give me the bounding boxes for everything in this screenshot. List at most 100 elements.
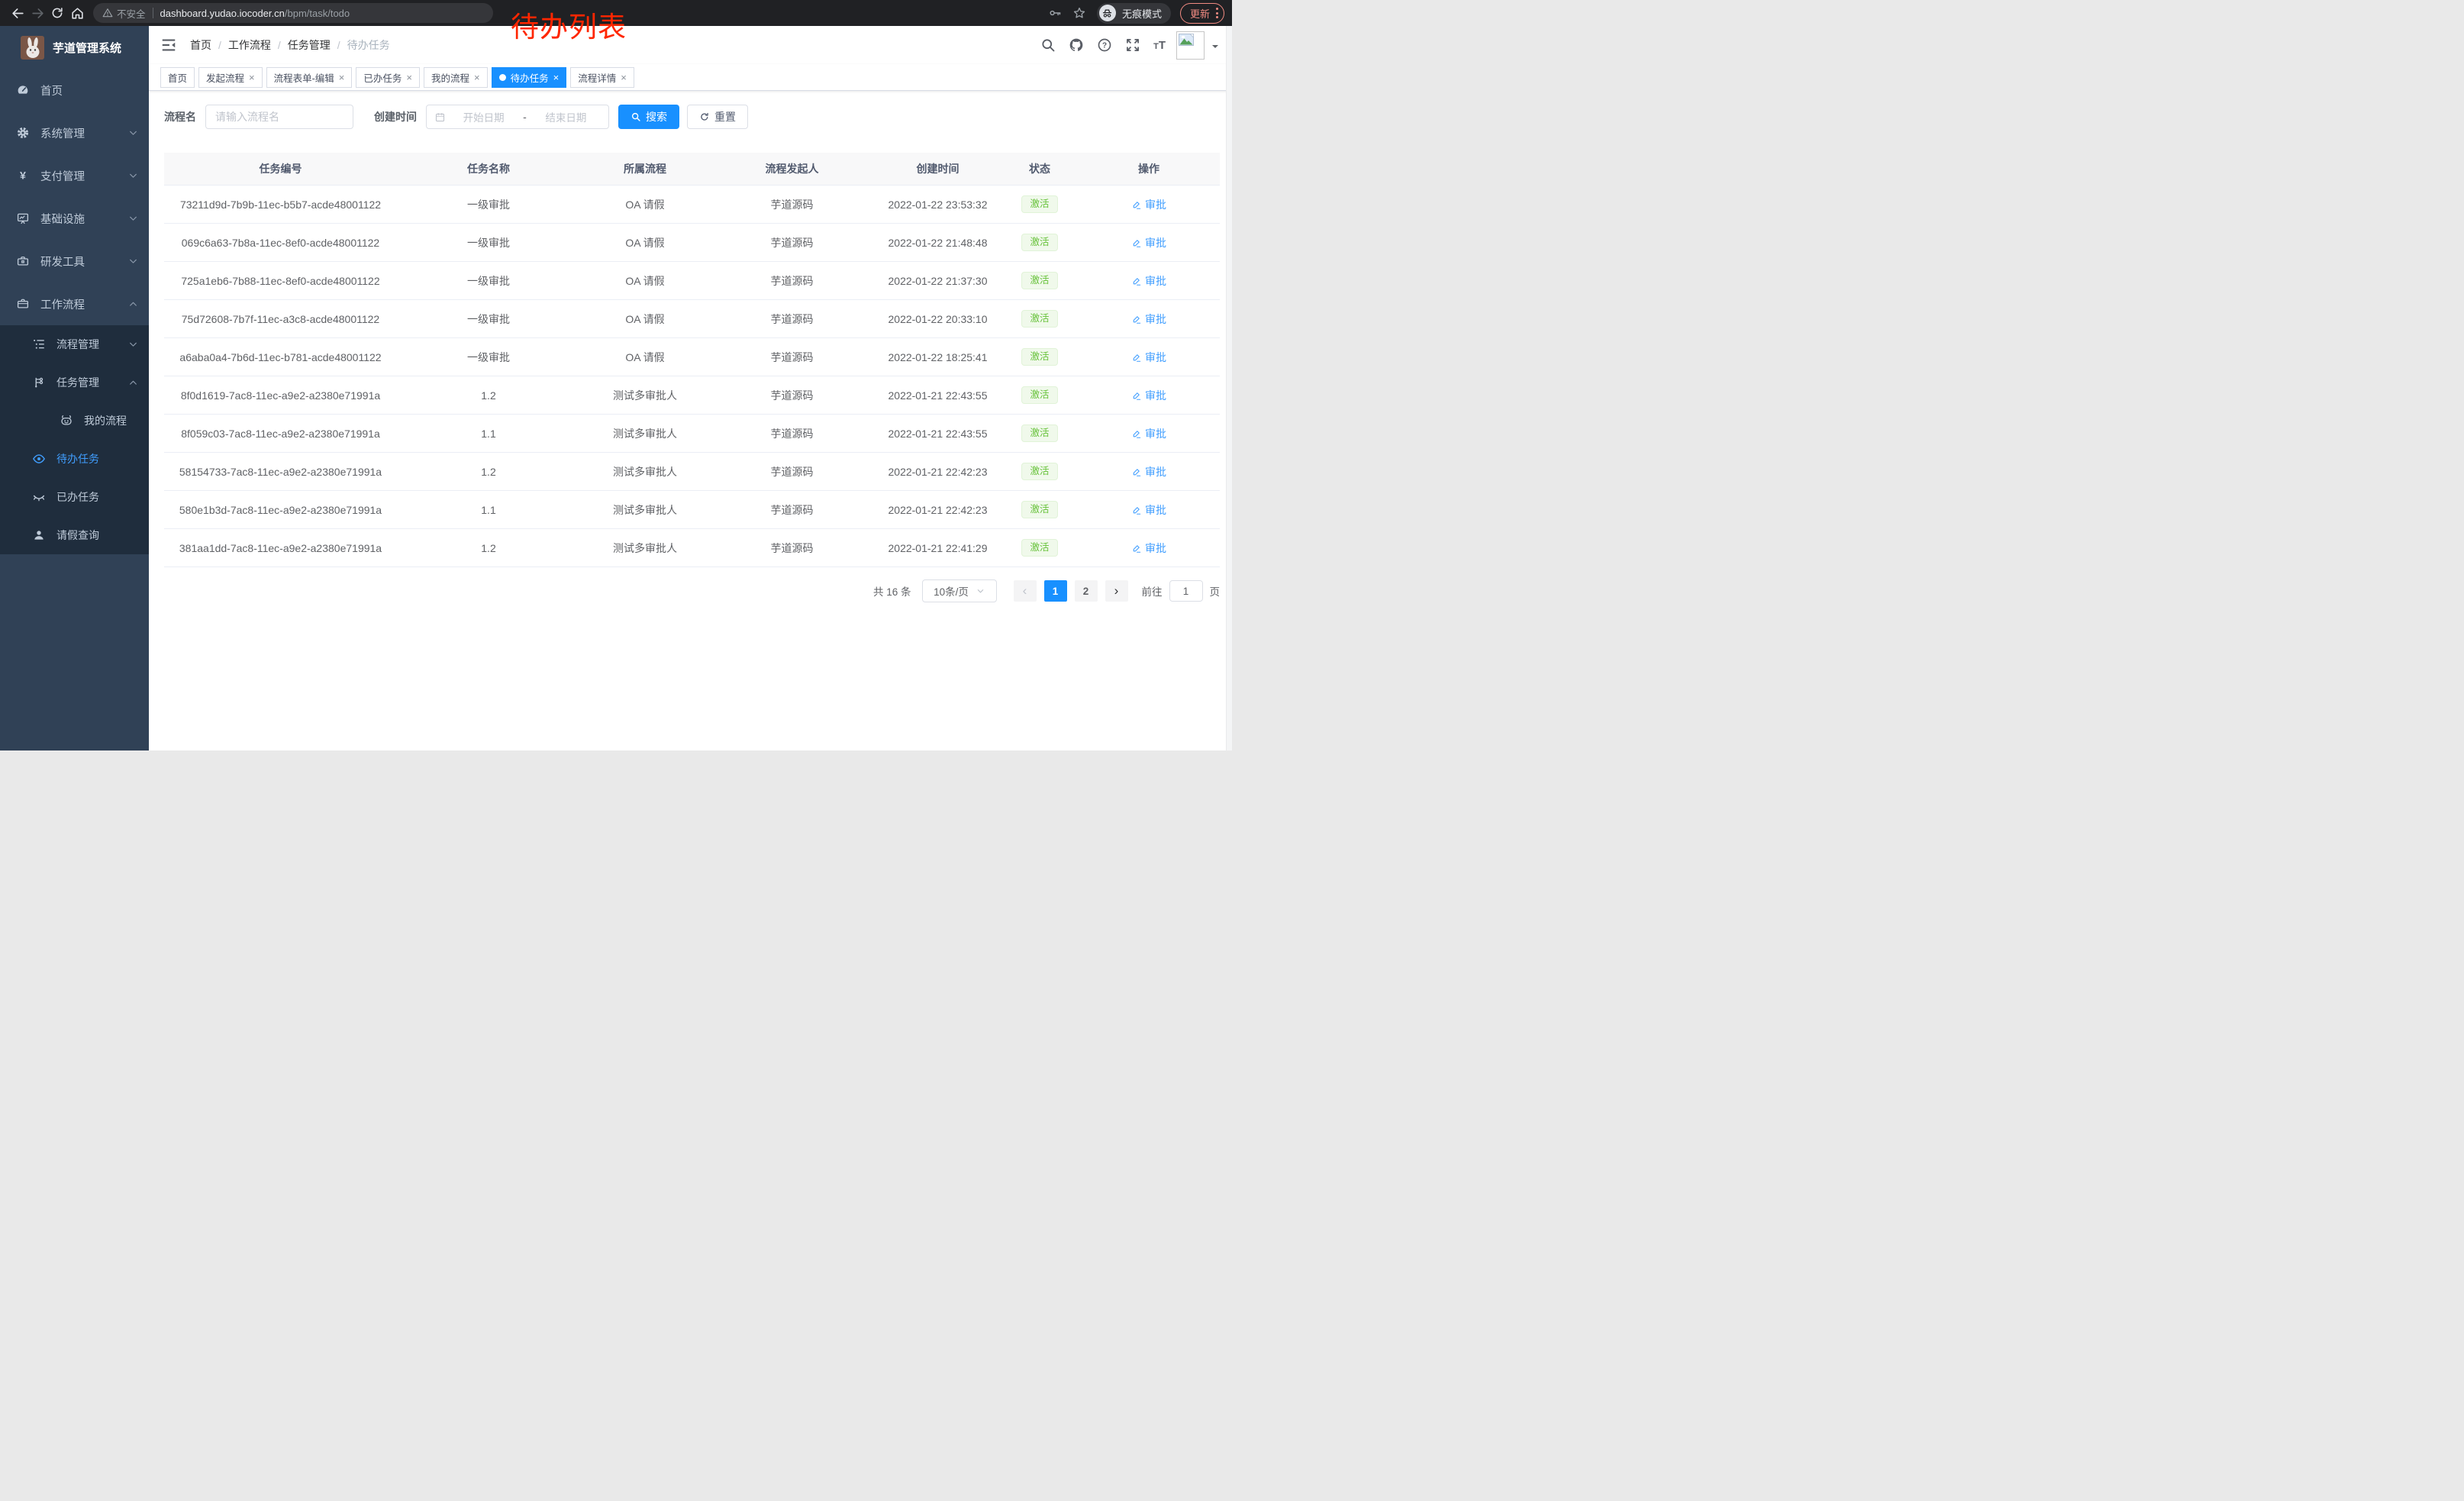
search-icon[interactable] bbox=[1040, 37, 1056, 53]
sidebar-item-home[interactable]: 首页 bbox=[0, 69, 149, 111]
approve-link[interactable]: 审批 bbox=[1131, 464, 1166, 479]
table-row: 069c6a63-7b8a-11ec-8ef0-acde48001122 一级审… bbox=[164, 224, 1220, 262]
fullscreen-icon[interactable] bbox=[1125, 37, 1140, 53]
page-url: dashboard.yudao.iocoder.cn/bpm/task/todo bbox=[160, 8, 350, 19]
task-starter: 芋道源码 bbox=[710, 197, 874, 212]
close-icon[interactable] bbox=[553, 73, 560, 82]
table-row: 8f059c03-7ac8-11ec-a9e2-a2380e71991a 1.1… bbox=[164, 415, 1220, 453]
tab-form-edit[interactable]: 流程表单-编辑 bbox=[266, 67, 353, 88]
approve-link[interactable]: 审批 bbox=[1131, 235, 1166, 250]
breadcrumb-task-mgmt[interactable]: 任务管理 bbox=[288, 37, 331, 53]
browser-menu-icon[interactable] bbox=[1216, 8, 1218, 18]
task-starter: 芋道源码 bbox=[710, 350, 874, 365]
sidebar-item-todo-tasks[interactable]: 待办任务 bbox=[0, 440, 149, 478]
sidebar-item-label: 待办任务 bbox=[56, 451, 138, 466]
address-bar[interactable]: 不安全 dashboard.yudao.iocoder.cn/bpm/task/… bbox=[93, 3, 493, 23]
browser-back-icon[interactable] bbox=[8, 3, 27, 23]
sidebar-item-label: 已办任务 bbox=[56, 489, 138, 505]
browser-home-icon[interactable] bbox=[67, 3, 87, 23]
briefcase-icon bbox=[16, 297, 30, 311]
status-badge: 激活 bbox=[1021, 463, 1057, 480]
col-task-id: 任务编号 bbox=[164, 161, 397, 176]
goto-label: 前往 bbox=[1142, 583, 1163, 599]
close-icon[interactable] bbox=[621, 73, 627, 82]
logo-image bbox=[21, 36, 44, 60]
sidebar-item-label: 流程管理 bbox=[56, 337, 118, 352]
tab-my-process[interactable]: 我的流程 bbox=[424, 67, 488, 88]
task-name: 一级审批 bbox=[397, 350, 580, 365]
help-icon[interactable]: ? bbox=[1097, 37, 1112, 53]
close-icon[interactable] bbox=[339, 73, 345, 82]
status-badge: 激活 bbox=[1021, 348, 1057, 366]
browser-forward-icon[interactable] bbox=[27, 3, 47, 23]
end-date-placeholder: 结束日期 bbox=[531, 109, 601, 124]
approve-link[interactable]: 审批 bbox=[1131, 197, 1166, 212]
task-id: 381aa1dd-7ac8-11ec-a9e2-a2380e71991a bbox=[164, 542, 397, 554]
task-starter: 芋道源码 bbox=[710, 388, 874, 403]
next-page-button[interactable]: › bbox=[1105, 580, 1128, 602]
page-scrollbar[interactable] bbox=[1226, 26, 1232, 750]
approve-link[interactable]: 审批 bbox=[1131, 502, 1166, 518]
github-icon[interactable] bbox=[1069, 37, 1084, 53]
gear-icon bbox=[16, 126, 30, 140]
font-size-icon[interactable]: TT bbox=[1153, 39, 1166, 52]
page-button-2[interactable]: 2 bbox=[1075, 580, 1098, 602]
close-icon[interactable] bbox=[406, 73, 412, 82]
date-range-picker[interactable]: 开始日期 - 结束日期 bbox=[426, 105, 609, 129]
task-process: 测试多审批人 bbox=[580, 426, 710, 441]
sidebar-item-leave-query[interactable]: 请假查询 bbox=[0, 516, 149, 554]
status-badge: 激活 bbox=[1021, 386, 1057, 404]
sidebar-collapse-icon[interactable] bbox=[160, 37, 177, 53]
sidebar-item-done-tasks[interactable]: 已办任务 bbox=[0, 478, 149, 516]
task-starter: 芋道源码 bbox=[710, 464, 874, 479]
password-key-icon[interactable] bbox=[1047, 5, 1063, 21]
prev-page-button[interactable]: ‹ bbox=[1014, 580, 1037, 602]
insecure-label: 不安全 bbox=[117, 6, 146, 21]
browser-reload-icon[interactable] bbox=[47, 3, 67, 23]
tab-home[interactable]: 首页 bbox=[160, 67, 195, 88]
sidebar-item-label: 基础设施 bbox=[40, 211, 118, 227]
task-process: OA 请假 bbox=[580, 350, 710, 365]
sidebar-item-infra[interactable]: 基础设施 bbox=[0, 197, 149, 240]
approve-link[interactable]: 审批 bbox=[1131, 350, 1166, 365]
tab-done-tasks[interactable]: 已办任务 bbox=[356, 67, 420, 88]
sidebar-item-my-process[interactable]: 我的流程 bbox=[0, 402, 149, 440]
table-header: 任务编号 任务名称 所属流程 流程发起人 创建时间 状态 操作 bbox=[164, 153, 1220, 186]
approve-link[interactable]: 审批 bbox=[1131, 541, 1166, 556]
page-size-select[interactable]: 10条/页 bbox=[922, 579, 997, 602]
search-button[interactable]: 搜索 bbox=[618, 105, 679, 129]
task-starter: 芋道源码 bbox=[710, 235, 874, 250]
sidebar-item-process-mgmt[interactable]: 流程管理 bbox=[0, 325, 149, 363]
approve-link[interactable]: 审批 bbox=[1131, 273, 1166, 289]
table-row: 8f0d1619-7ac8-11ec-a9e2-a2380e71991a 1.2… bbox=[164, 376, 1220, 415]
app-logo[interactable]: 芋道管理系统 bbox=[0, 26, 149, 69]
breadcrumb-home[interactable]: 首页 bbox=[190, 37, 211, 53]
sidebar-item-task-mgmt[interactable]: 任务管理 bbox=[0, 363, 149, 402]
task-process: OA 请假 bbox=[580, 197, 710, 212]
tab-todo-tasks[interactable]: 待办任务 bbox=[492, 67, 567, 88]
avatar-dropdown-caret[interactable] bbox=[1212, 45, 1218, 51]
breadcrumb-workflow[interactable]: 工作流程 bbox=[228, 37, 271, 53]
reset-button[interactable]: 重置 bbox=[687, 105, 748, 129]
task-name: 一级审批 bbox=[397, 311, 580, 327]
approve-link[interactable]: 审批 bbox=[1131, 388, 1166, 403]
sidebar-item-devtools[interactable]: 研发工具 bbox=[0, 240, 149, 282]
bookmark-star-icon[interactable] bbox=[1071, 5, 1088, 21]
sidebar-item-system[interactable]: 系统管理 bbox=[0, 111, 149, 154]
page-button-1[interactable]: 1 bbox=[1044, 580, 1067, 602]
goto-page-input[interactable] bbox=[1169, 580, 1203, 602]
process-name-label: 流程名 bbox=[164, 109, 196, 124]
avatar[interactable] bbox=[1176, 31, 1205, 60]
tab-start-process[interactable]: 发起流程 bbox=[198, 67, 263, 88]
tab-process-detail[interactable]: 流程详情 bbox=[570, 67, 634, 88]
approve-link[interactable]: 审批 bbox=[1131, 311, 1166, 327]
sidebar-item-workflow[interactable]: 工作流程 bbox=[0, 282, 149, 325]
page-unit-label: 页 bbox=[1210, 583, 1221, 599]
edit-icon bbox=[1131, 352, 1142, 363]
sidebar-item-payment[interactable]: ¥ 支付管理 bbox=[0, 154, 149, 197]
process-name-input[interactable] bbox=[205, 105, 353, 129]
close-icon[interactable] bbox=[249, 73, 255, 82]
close-icon[interactable] bbox=[474, 73, 480, 82]
browser-update-button[interactable]: 更新 bbox=[1180, 3, 1224, 24]
approve-link[interactable]: 审批 bbox=[1131, 426, 1166, 441]
